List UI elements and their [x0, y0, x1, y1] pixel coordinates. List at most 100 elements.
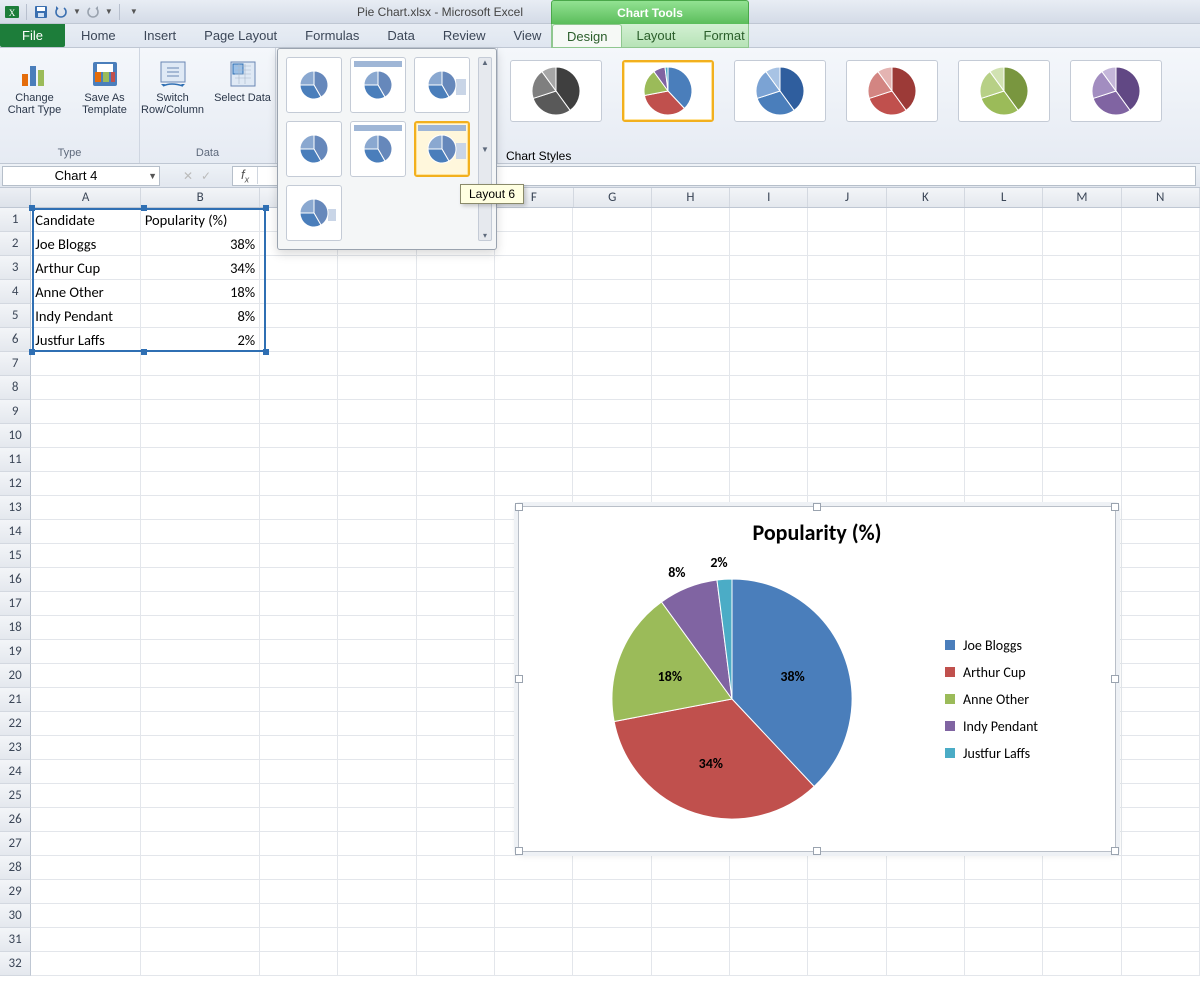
name-box[interactable]: Chart 4 ▼ [2, 166, 160, 186]
switch-row-column-button[interactable]: Switch Row/Column [142, 58, 204, 116]
cell-C18[interactable] [260, 616, 338, 640]
cell-M9[interactable] [1043, 400, 1121, 424]
cell-N14[interactable] [1122, 520, 1200, 544]
cell-N12[interactable] [1122, 472, 1200, 496]
row-header-24[interactable]: 24 [0, 760, 31, 784]
cell-D10[interactable] [338, 424, 416, 448]
cell-N31[interactable] [1122, 928, 1200, 952]
column-header-N[interactable]: N [1122, 188, 1200, 207]
cell-H2[interactable] [652, 232, 730, 256]
data-label-2[interactable]: 18% [658, 668, 682, 685]
cell-C8[interactable] [260, 376, 338, 400]
cell-B8[interactable] [141, 376, 260, 400]
cell-J1[interactable] [808, 208, 886, 232]
chart-layouts-gallery[interactable]: ▲ ▼ ▾ [277, 48, 497, 250]
cell-E18[interactable] [417, 616, 495, 640]
cell-F8[interactable] [495, 376, 573, 400]
cell-N28[interactable] [1122, 856, 1200, 880]
cell-C21[interactable] [260, 688, 338, 712]
cell-B11[interactable] [141, 448, 260, 472]
row-header-10[interactable]: 10 [0, 424, 31, 448]
cell-N15[interactable] [1122, 544, 1200, 568]
row-header-6[interactable]: 6 [0, 328, 31, 352]
cell-N2[interactable] [1122, 232, 1200, 256]
cell-A17[interactable] [31, 592, 141, 616]
row-header-13[interactable]: 13 [0, 496, 31, 520]
cell-F4[interactable] [495, 280, 573, 304]
row-header-20[interactable]: 20 [0, 664, 31, 688]
scroll-down-icon[interactable]: ▼ [481, 145, 489, 154]
name-box-dropdown-icon[interactable]: ▼ [148, 171, 157, 181]
cell-C17[interactable] [260, 592, 338, 616]
cell-F6[interactable] [495, 328, 573, 352]
cell-M30[interactable] [1043, 904, 1121, 928]
cell-D23[interactable] [338, 736, 416, 760]
row-header-11[interactable]: 11 [0, 448, 31, 472]
tab-format[interactable]: Format [690, 24, 759, 47]
cell-E30[interactable] [417, 904, 495, 928]
cell-C15[interactable] [260, 544, 338, 568]
cell-K28[interactable] [887, 856, 965, 880]
cell-B15[interactable] [141, 544, 260, 568]
cell-A6[interactable]: Justfur Laffs [31, 328, 141, 352]
cell-E10[interactable] [417, 424, 495, 448]
cell-B26[interactable] [141, 808, 260, 832]
cell-D18[interactable] [338, 616, 416, 640]
cell-H10[interactable] [652, 424, 730, 448]
cell-K8[interactable] [887, 376, 965, 400]
cell-N19[interactable] [1122, 640, 1200, 664]
cell-D4[interactable] [338, 280, 416, 304]
cell-A23[interactable] [31, 736, 141, 760]
cell-I4[interactable] [730, 280, 808, 304]
cell-A2[interactable]: Joe Bloggs [31, 232, 141, 256]
cell-L6[interactable] [965, 328, 1043, 352]
cell-B29[interactable] [141, 880, 260, 904]
cell-H29[interactable] [652, 880, 730, 904]
cell-B24[interactable] [141, 760, 260, 784]
cell-H8[interactable] [652, 376, 730, 400]
data-label-0[interactable]: 38% [780, 668, 804, 685]
cell-E13[interactable] [417, 496, 495, 520]
cell-D8[interactable] [338, 376, 416, 400]
cell-K4[interactable] [887, 280, 965, 304]
cell-A30[interactable] [31, 904, 141, 928]
cell-I28[interactable] [730, 856, 808, 880]
cell-E28[interactable] [417, 856, 495, 880]
chart-layout-thumb-6[interactable] [414, 121, 470, 177]
cell-E22[interactable] [417, 712, 495, 736]
cell-B14[interactable] [141, 520, 260, 544]
chart-title[interactable]: Popularity (%) [519, 507, 1115, 550]
cell-N16[interactable] [1122, 568, 1200, 592]
cell-I1[interactable] [730, 208, 808, 232]
cell-G1[interactable] [573, 208, 651, 232]
row-header-5[interactable]: 5 [0, 304, 31, 328]
cell-L10[interactable] [965, 424, 1043, 448]
cell-A12[interactable] [31, 472, 141, 496]
cell-G5[interactable] [573, 304, 651, 328]
cell-L5[interactable] [965, 304, 1043, 328]
cell-I30[interactable] [730, 904, 808, 928]
data-label-4[interactable]: 2% [710, 554, 727, 571]
cell-F31[interactable] [495, 928, 573, 952]
embedded-chart[interactable]: Popularity (%) 38%34%18%8%2% Joe BloggsA… [518, 506, 1116, 852]
row-header-14[interactable]: 14 [0, 520, 31, 544]
cell-M32[interactable] [1043, 952, 1121, 976]
cell-F5[interactable] [495, 304, 573, 328]
cell-A24[interactable] [31, 760, 141, 784]
cell-F3[interactable] [495, 256, 573, 280]
cell-D15[interactable] [338, 544, 416, 568]
cell-I8[interactable] [730, 376, 808, 400]
cell-G11[interactable] [573, 448, 651, 472]
cell-N8[interactable] [1122, 376, 1200, 400]
column-header-J[interactable]: J [808, 188, 886, 207]
cell-E9[interactable] [417, 400, 495, 424]
cell-C11[interactable] [260, 448, 338, 472]
cell-L12[interactable] [965, 472, 1043, 496]
cell-H1[interactable] [652, 208, 730, 232]
cell-B12[interactable] [141, 472, 260, 496]
cell-J31[interactable] [808, 928, 886, 952]
column-headers[interactable]: ABCDEFGHIJKLMN [0, 188, 1200, 208]
cell-A3[interactable]: Arthur Cup [31, 256, 141, 280]
cell-B18[interactable] [141, 616, 260, 640]
cell-K5[interactable] [887, 304, 965, 328]
